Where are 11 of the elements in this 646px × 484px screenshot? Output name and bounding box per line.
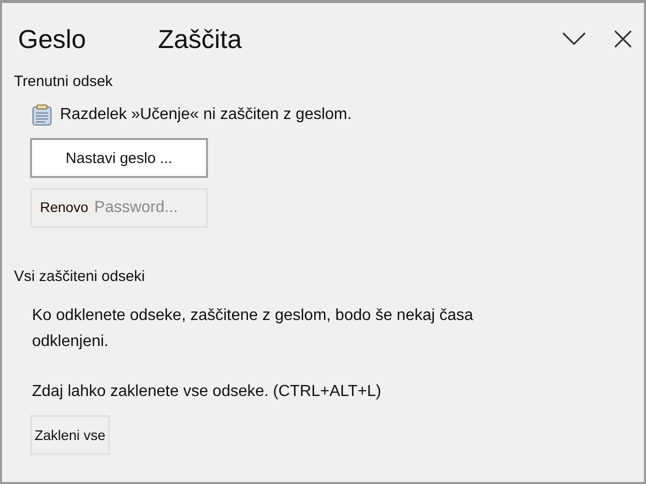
pane-title: Zaščita — [158, 24, 242, 54]
status-text: Razdelek »Učenje« ni zaščiten z geslom. — [60, 106, 352, 124]
set-password-button[interactable]: Nastavi geslo ... — [30, 138, 208, 178]
info-text: Ko odklenete odseke, zaščitene z geslom, bodo še nekaj časa odklenjeni. — [32, 306, 474, 352]
chevron-down-icon[interactable] — [562, 32, 586, 46]
section-heading: Trenutni odsek — [14, 73, 113, 90]
close-icon[interactable] — [614, 30, 632, 48]
lock-all-button[interactable]: Zakleni vse — [30, 415, 110, 455]
shortcut-hint: Zdaj lahko zaklenete vse odseke. (CTRL+ALT+L) — [32, 382, 382, 402]
section-heading: Vsi zaščiteni odseki — [14, 268, 145, 285]
pane-title: Geslo — [18, 24, 87, 54]
